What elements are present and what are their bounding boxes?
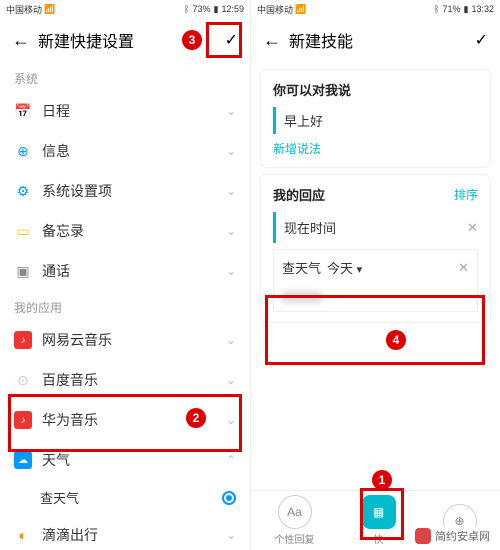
tab-quick[interactable]: ▦ 快 xyxy=(362,495,396,546)
sub-action-label: 查天气 xyxy=(40,488,222,507)
signal-icon: 📶 xyxy=(44,4,55,15)
chevron-down-icon: ⌄ xyxy=(226,528,236,542)
app-row[interactable]: 📅 日程 ⌄ xyxy=(0,91,250,131)
battery-label: 73% xyxy=(193,4,211,14)
app-row[interactable]: ⚙ 系统设置项 ⌄ xyxy=(0,171,250,211)
chevron-down-icon: ⌄ xyxy=(226,264,236,278)
left-screen: 中国移动📶 ᛒ 73%▮12:59 ← 新建快捷设置 ✓ 系统 📅 日程 ⌄ ⊕ 信息 ⌄ ⚙ 系… xyxy=(0,0,250,550)
battery-label: 71% xyxy=(443,4,461,14)
say-title: 你可以对我说 xyxy=(273,80,478,99)
bt-icon: ᛒ xyxy=(184,4,189,14)
back-icon[interactable]: ← xyxy=(12,30,30,51)
status-bar: 中国移动📶 ᛒ 71%▮13:32 xyxy=(251,0,500,18)
app-icon: ⊙ xyxy=(14,371,32,389)
app-row[interactable]: ▭ 备忘录 ⌄ xyxy=(0,211,250,251)
remove-icon[interactable]: ✕ xyxy=(458,260,469,276)
signal-icon: 📶 xyxy=(295,4,306,15)
app-icon: ⊕ xyxy=(14,142,32,160)
app-label: 网易云音乐 xyxy=(42,330,216,350)
header: ← 新建技能 ✓ xyxy=(251,18,500,62)
chevron-down-icon: ⌄ xyxy=(226,224,236,238)
callout-badge-2: 2 xyxy=(186,408,206,428)
watermark-icon xyxy=(415,528,431,544)
day-dropdown[interactable]: 今天 ▾ xyxy=(327,258,362,277)
chevron-down-icon: ⌄ xyxy=(226,373,236,387)
app-icon: ♪ xyxy=(14,411,32,429)
time-label: 12:59 xyxy=(221,4,244,14)
response-card: 我的回应 排序 现在时间 ✕ 查天气 今天 ▾ ✕ xyxy=(261,175,490,322)
app-label: 备忘录 xyxy=(42,221,216,241)
tab-label: 快 xyxy=(374,531,384,546)
status-bar: 中国移动📶 ᛒ 73%▮12:59 xyxy=(0,0,250,18)
carrier-label: 中国移动 xyxy=(6,3,42,16)
app-label: 滴滴出行 xyxy=(42,525,216,545)
chevron-down-icon: ⌄ xyxy=(226,413,236,427)
watermark: 简约安卓网 xyxy=(411,526,494,546)
app-icon: ☁ xyxy=(14,451,32,469)
header: ← 新建快捷设置 ✓ xyxy=(0,18,250,62)
time-label: 13:32 xyxy=(471,4,494,14)
app-label: 天气 xyxy=(42,450,216,470)
chevron-down-icon: ⌄ xyxy=(226,184,236,198)
app-row[interactable]: ⊕ 信息 ⌄ xyxy=(0,131,250,171)
battery-icon: ▮ xyxy=(464,4,469,15)
app-row[interactable]: ◐ 滴滴出行 ⌄ xyxy=(0,515,250,550)
response-item: 查天气 xyxy=(282,258,321,277)
say-card: 你可以对我说 早上好 新增说法 xyxy=(261,70,490,167)
phrase-item[interactable]: 早上好 xyxy=(273,107,478,134)
app-label: 信息 xyxy=(42,141,216,161)
bt-icon: ᛒ xyxy=(434,4,439,14)
confirm-button[interactable]: ✓ xyxy=(475,30,488,50)
tab-personality[interactable]: Aa 个性回复 xyxy=(275,495,315,546)
sort-link[interactable]: 排序 xyxy=(454,186,478,203)
tab-label: 个性回复 xyxy=(275,531,315,546)
weather-response-row: 查天气 今天 ▾ ✕ xyxy=(273,249,478,312)
app-label: 系统设置项 xyxy=(42,181,216,201)
chevron-down-icon: ⌄ xyxy=(226,104,236,118)
section-header: 我的应用 xyxy=(0,291,250,320)
app-icon: ⚙ xyxy=(14,182,32,200)
blurred-text xyxy=(282,291,322,303)
radio-selected-icon[interactable] xyxy=(222,491,236,505)
callout-badge-1: 1 xyxy=(372,470,392,490)
app-row[interactable]: ♪华为音乐⌄ xyxy=(0,400,250,440)
chevron-down-icon: ▾ xyxy=(357,264,363,276)
grid-icon: ▦ xyxy=(362,495,396,529)
confirm-button[interactable]: ✓ xyxy=(225,30,238,50)
app-label: 日程 xyxy=(42,101,216,121)
back-icon[interactable]: ← xyxy=(263,30,281,51)
callout-badge-4: 4 xyxy=(386,330,406,350)
app-label: 通话 xyxy=(42,261,216,281)
app-label: 百度音乐 xyxy=(42,370,216,390)
remove-icon[interactable]: ✕ xyxy=(467,220,478,236)
add-phrase-link[interactable]: 新增说法 xyxy=(273,140,478,157)
section-header: 系统 xyxy=(0,62,250,91)
page-title: 新建技能 xyxy=(289,28,467,52)
right-screen: 中国移动📶 ᛒ 71%▮13:32 ← 新建技能 ✓ 你可以对我说 早上好 新增说… xyxy=(250,0,500,550)
app-icon: ▣ xyxy=(14,262,32,280)
app-row[interactable]: ♪ 网易云音乐 ⌄ xyxy=(0,320,250,360)
app-row[interactable]: ☁ 天气 ⌃ xyxy=(0,440,250,480)
app-icon: ◐ xyxy=(14,526,32,544)
response-title: 我的回应 xyxy=(273,185,325,204)
sub-action-row[interactable]: 查天气 xyxy=(0,480,250,515)
chevron-up-icon: ⌃ xyxy=(226,453,236,467)
battery-icon: ▮ xyxy=(214,4,219,15)
watermark-text: 简约安卓网 xyxy=(435,528,490,544)
chevron-down-icon: ⌄ xyxy=(226,333,236,347)
app-row[interactable]: ⊙ 百度音乐 ⌄ xyxy=(0,360,250,400)
app-icon: ♪ xyxy=(14,331,32,349)
text-icon: Aa xyxy=(278,495,312,529)
callout-badge-3: 3 xyxy=(182,30,202,50)
response-item[interactable]: 现在时间 xyxy=(284,218,336,237)
app-icon: 📅 xyxy=(14,102,32,120)
carrier-label: 中国移动 xyxy=(257,3,293,16)
app-row[interactable]: ▣ 通话 ⌄ xyxy=(0,251,250,291)
app-icon: ▭ xyxy=(14,222,32,240)
chevron-down-icon: ⌄ xyxy=(226,144,236,158)
